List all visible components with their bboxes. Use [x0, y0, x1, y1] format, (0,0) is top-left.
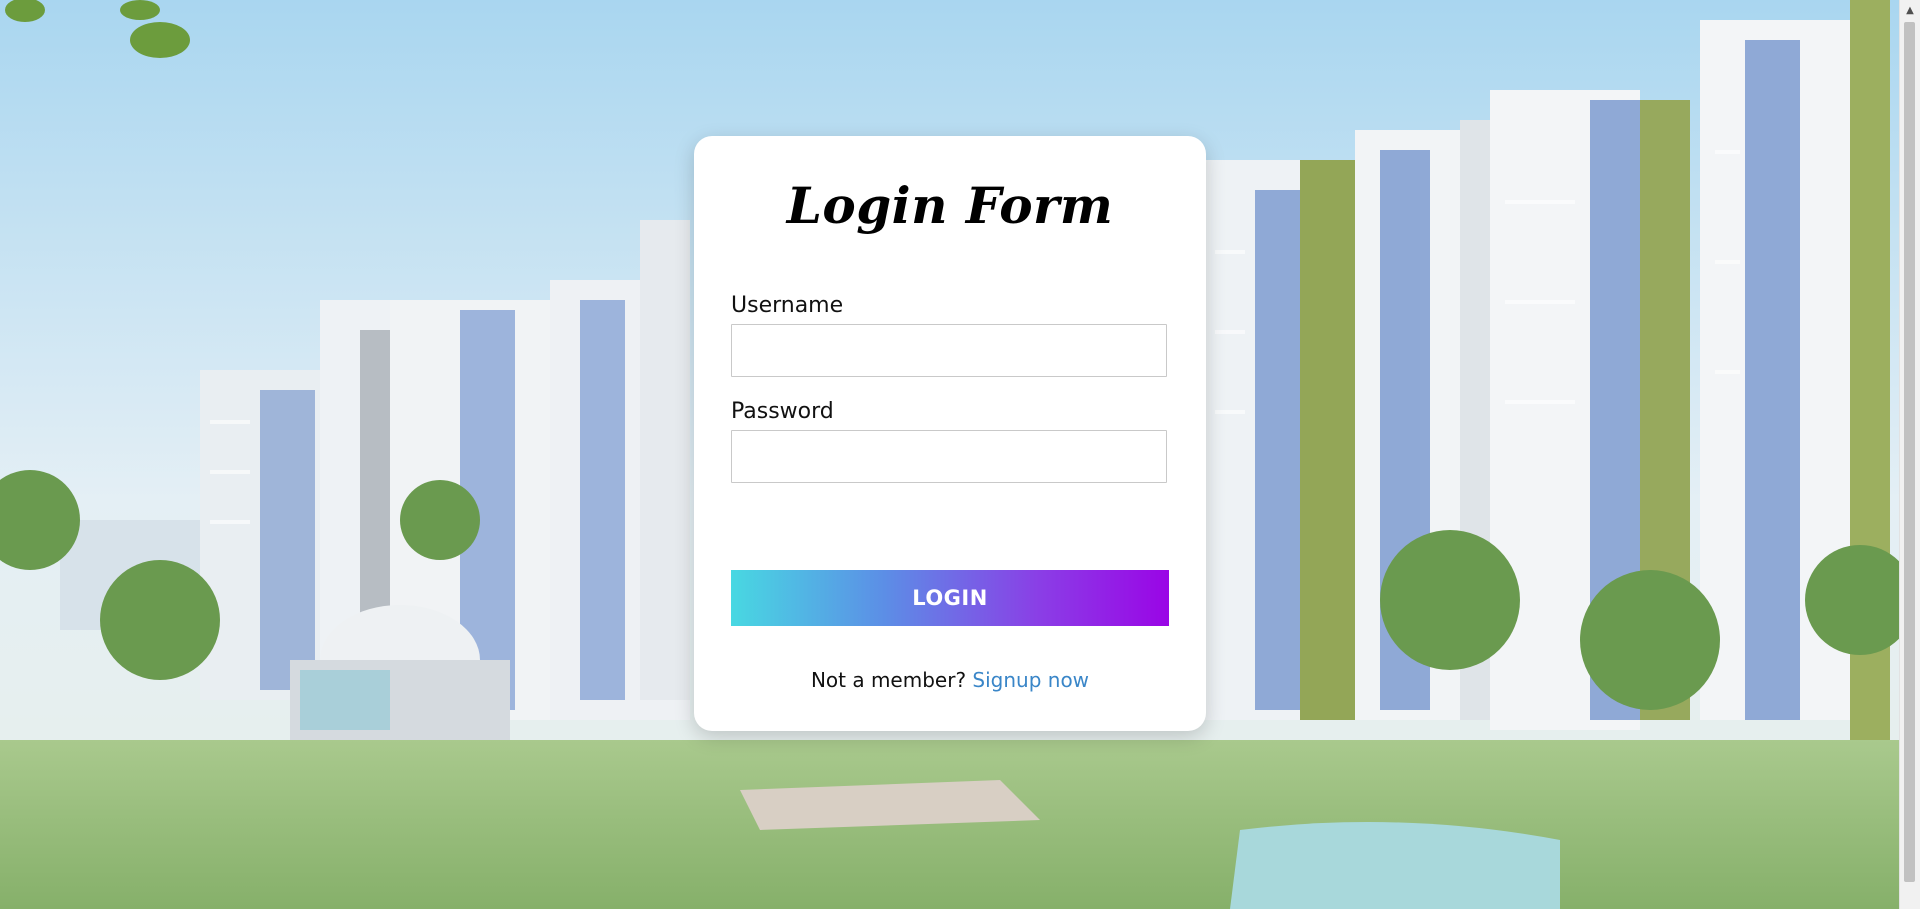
page: Login Form Username Password LOGIN Not a… — [0, 0, 1920, 909]
username-label: Username — [731, 293, 844, 318]
login-button[interactable]: LOGIN — [731, 570, 1169, 626]
password-input[interactable] — [731, 430, 1167, 483]
password-label: Password — [731, 399, 834, 424]
signup-row: Not a member? Signup now — [694, 668, 1206, 692]
scroll-up-icon[interactable]: ▲ — [1900, 0, 1920, 20]
username-input[interactable] — [731, 324, 1167, 377]
signup-link[interactable]: Signup now — [972, 668, 1089, 692]
login-card: Login Form Username Password LOGIN Not a… — [694, 136, 1206, 731]
signup-prompt: Not a member? — [810, 668, 967, 692]
form-title: Login Form — [786, 176, 1114, 235]
scrollbar[interactable]: ▲ — [1899, 0, 1920, 909]
scrollbar-thumb[interactable] — [1904, 22, 1915, 882]
